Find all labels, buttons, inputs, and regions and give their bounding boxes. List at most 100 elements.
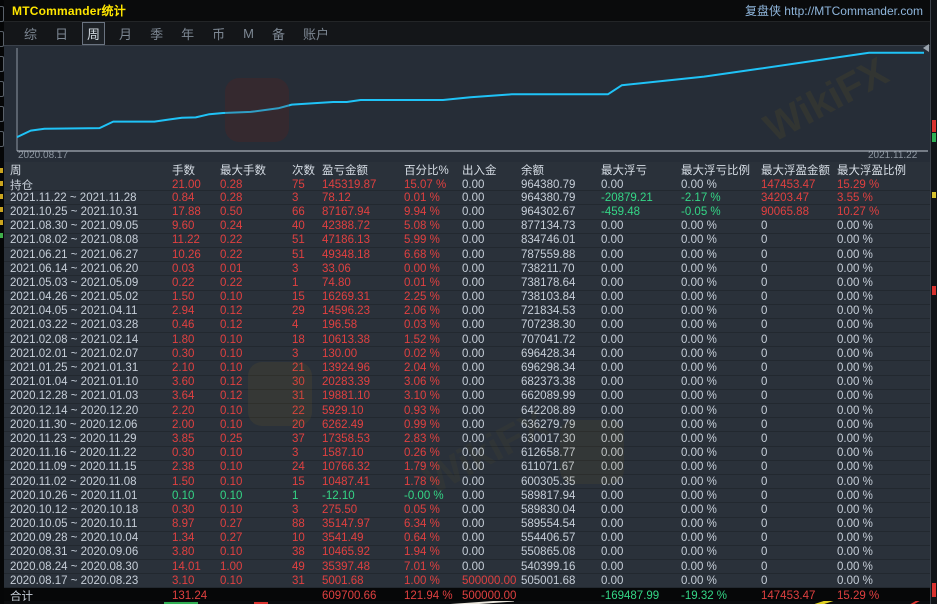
cell: 21 <box>292 362 322 374</box>
column-header[interactable]: 百分比% <box>404 162 462 178</box>
table-row[interactable]: 2021.01.25 ~ 2021.01.312.100.102113924.9… <box>4 361 931 375</box>
cell: 0.84 <box>172 192 220 204</box>
brand-link[interactable]: 复盘侠 http://MTCommander.com <box>745 2 923 19</box>
cell: 147453.47 <box>761 179 837 191</box>
table-row[interactable]: 2020.10.12 ~ 2020.10.180.300.103275.500.… <box>4 503 931 517</box>
window-title: MTCommander统计 <box>12 2 126 19</box>
cell: 0.00 % <box>837 263 931 275</box>
cell: -0.05 % <box>681 206 761 218</box>
column-header[interactable]: 出入金 <box>462 162 521 178</box>
table-row[interactable]: 2021.06.14 ~ 2021.06.200.030.01333.060.0… <box>4 262 931 276</box>
menu-item-M[interactable]: M <box>239 25 258 42</box>
cell: 0.00 % <box>837 234 931 246</box>
table-row[interactable]: 2021.02.01 ~ 2021.02.070.300.103130.000.… <box>4 347 931 361</box>
column-header[interactable]: 最大浮盈比例 <box>837 162 931 178</box>
menu-item-季[interactable]: 季 <box>146 23 167 44</box>
column-header[interactable]: 最大浮盈金额 <box>761 162 837 178</box>
menu-item-币[interactable]: 币 <box>208 23 229 44</box>
column-header[interactable]: 手数 <box>172 162 220 178</box>
table-row[interactable]: 2020.08.31 ~ 2020.09.063.800.103810465.9… <box>4 546 931 560</box>
cell: 持仓 <box>10 177 172 193</box>
edge-tick <box>0 181 3 186</box>
cell: 2020.11.30 ~ 2020.12.06 <box>10 419 172 431</box>
table-row[interactable]: 2020.11.02 ~ 2020.11.081.500.101510487.4… <box>4 475 931 489</box>
table-row[interactable]: 2021.04.26 ~ 2021.05.021.500.101516269.3… <box>4 291 931 305</box>
cell: 0 <box>761 490 837 502</box>
cell: 0.00 % <box>681 490 761 502</box>
table-row[interactable]: 2020.08.24 ~ 2020.08.3014.011.004935397.… <box>4 560 931 574</box>
table-row[interactable]: 2020.10.26 ~ 2020.11.010.100.101-12.10-0… <box>4 489 931 503</box>
cell: 600305.35 <box>521 476 601 488</box>
cell: 2.00 <box>172 419 220 431</box>
cell: 3.85 <box>172 433 220 445</box>
cell: 0.00 <box>601 490 681 502</box>
table-row[interactable]: 2020.10.05 ~ 2020.10.118.970.278835147.9… <box>4 518 931 532</box>
cell: 505001.68 <box>521 575 601 587</box>
cell: 0 <box>761 461 837 473</box>
cell: 0.00 % <box>681 518 761 530</box>
cell: 78.12 <box>322 192 404 204</box>
table-row[interactable]: 2020.11.23 ~ 2020.11.293.850.253717358.5… <box>4 432 931 446</box>
cell: 0.00 <box>601 277 681 289</box>
cell: 0.00 % <box>681 234 761 246</box>
table-row[interactable]: 2021.01.04 ~ 2021.01.103.600.123020283.3… <box>4 376 931 390</box>
table-row[interactable]: 2021.08.02 ~ 2021.08.0811.220.225147186.… <box>4 234 931 248</box>
cell: 0 <box>761 546 837 558</box>
cell: 5929.10 <box>322 405 404 417</box>
table-row[interactable]: 2021.11.22 ~ 2021.11.280.840.28378.120.0… <box>4 191 931 205</box>
table-row[interactable]: 2020.08.17 ~ 2020.08.233.100.10315001.68… <box>4 574 931 588</box>
cell: 0 <box>761 277 837 289</box>
cell: 0.00 % <box>681 263 761 275</box>
table-row[interactable]: 2020.11.30 ~ 2020.12.062.000.10206262.49… <box>4 418 931 432</box>
edge-box-icon <box>0 56 4 72</box>
table-row[interactable]: 2021.08.30 ~ 2021.09.059.600.244042388.7… <box>4 220 931 234</box>
table-row[interactable]: 2021.04.05 ~ 2021.04.112.940.122914596.2… <box>4 305 931 319</box>
table-row[interactable]: 持仓21.000.2875145319.8715.07 %0.00964380.… <box>4 177 931 191</box>
cell: 642208.89 <box>521 405 601 417</box>
cell: 13924.96 <box>322 362 404 374</box>
column-header[interactable]: 周 <box>10 162 172 178</box>
column-header[interactable]: 余额 <box>521 162 601 178</box>
table-row[interactable]: 2021.02.08 ~ 2021.02.141.800.101810613.3… <box>4 333 931 347</box>
table-row[interactable]: 2021.06.21 ~ 2021.06.2710.260.225149348.… <box>4 248 931 262</box>
column-header[interactable]: 次数 <box>292 162 322 178</box>
cell: 1.34 <box>172 532 220 544</box>
table-row[interactable]: 2020.11.09 ~ 2020.11.152.380.102410766.3… <box>4 461 931 475</box>
menu-item-年[interactable]: 年 <box>177 23 198 44</box>
cell: 834746.01 <box>521 234 601 246</box>
table-row[interactable]: 2021.03.22 ~ 2021.03.280.460.124196.580.… <box>4 319 931 333</box>
menu-item-月[interactable]: 月 <box>115 23 136 44</box>
menu-item-日[interactable]: 日 <box>51 23 72 44</box>
cell: 2021.08.02 ~ 2021.08.08 <box>10 234 172 246</box>
edge-box-icon <box>0 106 4 122</box>
cell: 0 <box>761 390 837 402</box>
cell: 0.00 % <box>837 348 931 360</box>
table-body: 持仓21.000.2875145319.8715.07 %0.00964380.… <box>4 177 931 602</box>
cell: 0.00 % <box>681 334 761 346</box>
edge-box-icon <box>0 81 4 97</box>
menu-item-备[interactable]: 备 <box>268 23 289 44</box>
column-header[interactable]: 最大浮亏 <box>601 162 681 178</box>
edge-tick <box>0 168 3 173</box>
cell: 0.25 <box>220 433 292 445</box>
table-row[interactable]: 2020.12.28 ~ 2021.01.033.640.123119881.1… <box>4 390 931 404</box>
column-header[interactable]: 最大手数 <box>220 162 292 178</box>
table-row[interactable]: 2020.09.28 ~ 2020.10.041.340.27103541.49… <box>4 532 931 546</box>
menu-item-账户[interactable]: 账户 <box>299 23 333 44</box>
table-row[interactable]: 2020.11.16 ~ 2020.11.220.300.1031587.100… <box>4 447 931 461</box>
table-row[interactable]: 2021.10.25 ~ 2021.10.3117.880.506687167.… <box>4 205 931 219</box>
splitter-arrow-icon[interactable] <box>923 44 929 52</box>
table-row[interactable]: 2021.05.03 ~ 2021.05.090.220.22174.800.0… <box>4 276 931 290</box>
cell: 0.10 <box>220 546 292 558</box>
column-header[interactable]: 最大浮亏比例 <box>681 162 761 178</box>
cell: 0.00 <box>462 305 521 317</box>
cell: 11.22 <box>172 234 220 246</box>
balance-curve <box>4 46 931 163</box>
cell: 0.00 <box>462 490 521 502</box>
table-row[interactable]: 2020.12.14 ~ 2020.12.202.200.10225929.10… <box>4 404 931 418</box>
menu-item-综[interactable]: 综 <box>20 23 41 44</box>
menu-item-周[interactable]: 周 <box>82 22 105 45</box>
cell: 0.00 % <box>681 561 761 573</box>
cell: 0.00 <box>601 546 681 558</box>
column-header[interactable]: 盈亏金额 <box>322 162 404 178</box>
